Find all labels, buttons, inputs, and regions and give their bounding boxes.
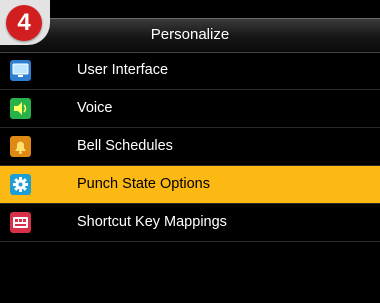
menu-item-label: Punch State Options	[77, 176, 210, 192]
gear-icon	[10, 174, 31, 195]
step-badge: 4	[0, 0, 50, 45]
bell-icon	[10, 136, 31, 157]
menu-item-user-interface[interactable]: User Interface	[0, 52, 380, 90]
personalize-menu: User Interface Voice Bell Schedules Punc…	[0, 52, 380, 242]
title-bar: Personalize	[0, 18, 380, 53]
menu-item-bell-schedules[interactable]: Bell Schedules	[0, 128, 380, 166]
menu-item-label: User Interface	[77, 62, 169, 78]
menu-item-label: Bell Schedules	[77, 138, 173, 154]
device-screen: Personalize User Interface Voice Bell Sc…	[0, 0, 380, 303]
keyboard-icon	[10, 212, 31, 233]
menu-item-label: Voice	[77, 100, 113, 116]
menu-item-voice[interactable]: Voice	[0, 90, 380, 128]
speaker-icon	[10, 98, 31, 119]
step-number: 4	[6, 5, 42, 41]
menu-item-shortcut-key-mappings[interactable]: Shortcut Key Mappings	[0, 204, 380, 242]
page-title: Personalize	[150, 26, 230, 43]
monitor-icon	[10, 60, 31, 81]
menu-item-label: Shortcut Key Mappings	[77, 214, 227, 230]
menu-item-punch-state-options[interactable]: Punch State Options	[0, 166, 380, 204]
